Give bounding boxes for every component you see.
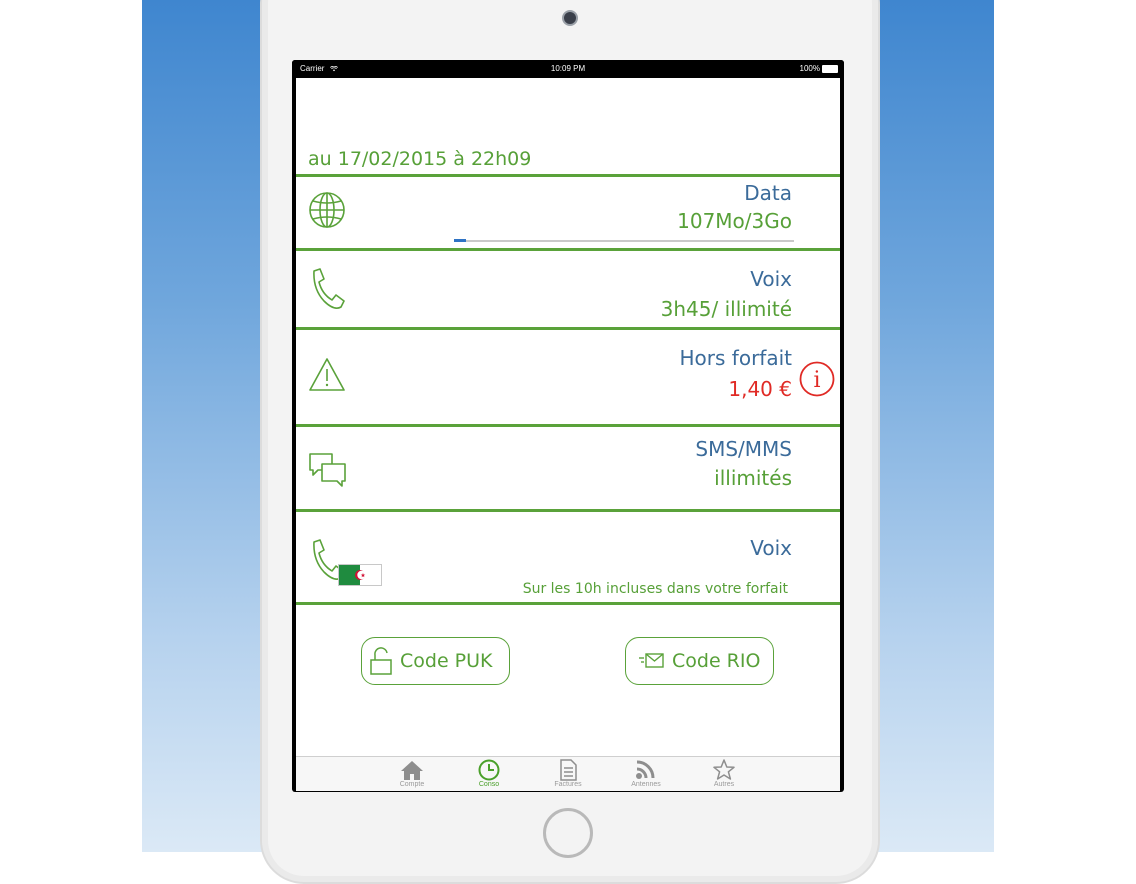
document-icon	[560, 759, 577, 781]
status-time: 10:09 PM	[550, 64, 586, 73]
tab-antennes-label: Antennes	[631, 781, 661, 788]
tab-factures-label: Factures	[554, 781, 582, 788]
tab-autres[interactable]: Autres	[694, 759, 754, 788]
home-button[interactable]	[543, 808, 593, 858]
consumption-date: au 17/02/2015 à 22h09	[308, 148, 532, 170]
svg-text:i: i	[813, 368, 820, 393]
status-bar: Carrier 10:09 PM 100%	[292, 60, 844, 78]
code-puk-label: Code PUK	[400, 650, 493, 672]
sms-label: SMS/MMS	[695, 437, 792, 461]
warning-icon	[309, 358, 345, 391]
tab-bar: Compte Conso Factures Antennes Autres	[296, 756, 840, 791]
star-icon	[713, 759, 735, 780]
home-icon	[401, 761, 423, 780]
data-label: Data	[744, 181, 792, 205]
globe-icon	[309, 192, 345, 228]
data-progress-fill	[454, 239, 466, 242]
extra-charges-value: 1,40 €	[728, 377, 792, 401]
clock-icon	[478, 759, 500, 781]
tab-conso[interactable]: Conso	[459, 759, 519, 788]
battery-percent: 100%	[799, 64, 820, 73]
device-screen: Carrier 10:09 PM 100% au 17/02/2015 à 22…	[292, 60, 844, 792]
info-icon[interactable]: i	[798, 360, 836, 398]
voice-label: Voix	[750, 267, 792, 291]
conso-screen: au 17/02/2015 à 22h09 Data 107Mo/3Go Voi…	[296, 78, 840, 791]
data-value: 107Mo/3Go	[677, 209, 792, 233]
voice-row[interactable]: Voix 3h45/ illimité	[296, 251, 840, 327]
tab-compte-label: Compte	[399, 781, 425, 788]
data-progress-bar	[454, 239, 794, 242]
algeria-flag-icon	[338, 564, 382, 586]
tab-antennes[interactable]: Antennes	[616, 759, 676, 788]
send-mail-icon	[639, 653, 664, 668]
sms-row[interactable]: SMS/MMS illimités	[296, 427, 840, 509]
rss-icon	[636, 760, 655, 779]
divider	[296, 602, 840, 605]
data-row[interactable]: Data 107Mo/3Go	[296, 177, 840, 248]
code-puk-button[interactable]: Code PUK	[361, 637, 510, 685]
international-voice-note: Sur les 10h incluses dans votre forfait	[522, 581, 788, 597]
voice-value: 3h45/ illimité	[660, 297, 792, 321]
code-rio-button[interactable]: Code RIO	[625, 637, 774, 685]
phone-icon	[313, 268, 345, 309]
camera-icon	[562, 10, 578, 26]
battery-icon	[822, 65, 838, 73]
chat-icon	[309, 453, 346, 487]
tab-conso-label: Conso	[478, 781, 500, 788]
extra-charges-row[interactable]: Hors forfait 1,40 € i	[296, 330, 840, 424]
code-rio-label: Code RIO	[672, 650, 761, 672]
international-voice-label: Voix	[750, 536, 792, 560]
tab-autres-label: Autres	[713, 781, 735, 788]
extra-charges-label: Hors forfait	[679, 346, 792, 370]
sms-value: illimités	[714, 466, 792, 490]
international-voice-row[interactable]: Voix Sur les 10h incluses dans votre for…	[296, 512, 840, 602]
tab-factures[interactable]: Factures	[538, 759, 598, 788]
unlock-icon	[370, 647, 392, 675]
tab-compte[interactable]: Compte	[382, 759, 442, 788]
